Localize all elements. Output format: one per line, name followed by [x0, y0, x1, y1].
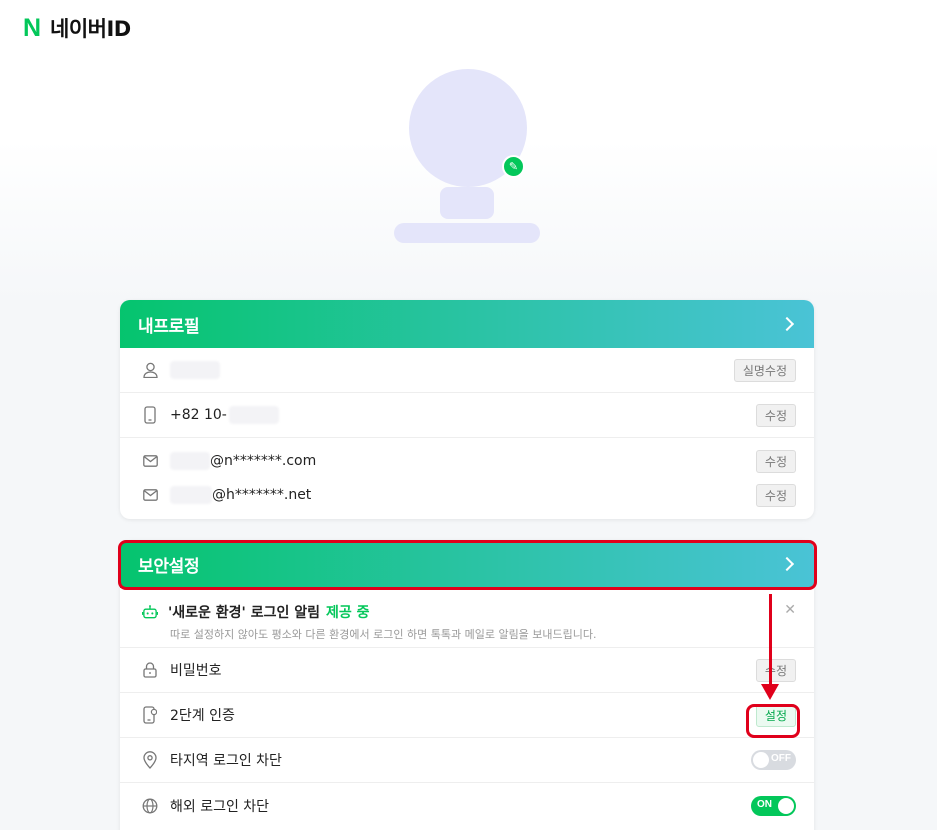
naver-id-logo[interactable]: N 네이버ID	[20, 13, 131, 43]
email-2-value: @h*******.net	[170, 486, 756, 504]
password-label: 비밀번호	[170, 663, 222, 679]
toggle-state: ON	[757, 798, 772, 810]
masked-phone	[228, 406, 279, 424]
security-card: 보안설정 '새로운 환경' 로그인 알림 제공 중 따로 설정하지 않아도 평소…	[120, 540, 814, 830]
region-block-label: 타지역 로그인 차단	[170, 753, 282, 769]
overseas-block-toggle[interactable]: ON	[751, 795, 796, 816]
user-icon	[142, 361, 158, 379]
close-icon[interactable]: ✕	[784, 602, 796, 618]
logo-text: 네이버ID	[50, 17, 131, 41]
annotation-arrow-shaft	[769, 594, 772, 686]
notice-description: 따로 설정하지 않아도 평소와 다른 환경에서 로그인 하면 톡톡과 메일로 알…	[170, 628, 597, 641]
edit-avatar-icon[interactable]: ✎	[502, 155, 525, 178]
security-card-header[interactable]: 보안설정	[120, 540, 814, 588]
region-block-toggle[interactable]: OFF	[751, 750, 796, 770]
edit-email-2-button[interactable]: 수정	[755, 483, 796, 507]
notice-status: 제공 중	[326, 605, 370, 621]
email-1-value: @n*******.com	[170, 452, 756, 470]
profile-name-placeholder	[440, 187, 494, 219]
globe-icon	[142, 797, 158, 815]
edit-phone-button[interactable]: 수정	[755, 403, 796, 427]
profile-card-title: 내프로필	[138, 316, 200, 337]
edit-email-1-button[interactable]: 수정	[755, 449, 796, 473]
naver-n-logo-icon: N	[22, 13, 42, 42]
profile-id-placeholder	[394, 223, 540, 243]
masked-email-local	[170, 486, 212, 504]
security-row-two-step: 2단계 인증 설정	[120, 693, 814, 738]
security-row-overseas-block: 해외 로그인 차단 ON	[120, 783, 814, 828]
profile-card-header[interactable]: 내프로필	[120, 300, 814, 348]
security-row-region-block: 타지역 로그인 차단 OFF	[120, 738, 814, 783]
profile-row-name: 실명수정	[120, 348, 814, 393]
toggle-knob	[778, 797, 794, 814]
overseas-block-label: 해외 로그인 차단	[170, 798, 270, 815]
new-environment-login-notice: '새로운 환경' 로그인 알림 제공 중 따로 설정하지 않아도 평소와 다른 …	[120, 588, 814, 648]
notice-title: '새로운 환경' 로그인 알림	[168, 605, 320, 621]
edit-password-button[interactable]: 수정	[755, 658, 796, 682]
profile-row-phone: +82 10- 수정	[120, 393, 814, 438]
phone-icon	[142, 406, 158, 424]
profile-row-email-1: @n*******.com 수정	[120, 442, 814, 480]
profile-card: 내프로필 실명수정 +82 10- 수정 @n*******.com 수정 @h…	[120, 300, 814, 519]
phone-value: +82 10-	[170, 406, 756, 424]
chevron-right-icon	[779, 556, 795, 572]
toggle-knob	[753, 752, 769, 768]
two-step-setup-button[interactable]: 설정	[755, 703, 796, 727]
mail-icon	[142, 486, 158, 504]
profile-name-value	[170, 361, 734, 379]
lock-icon	[142, 661, 158, 679]
security-row-password: 비밀번호 수정	[120, 648, 814, 693]
chevron-right-icon	[779, 316, 795, 332]
mail-icon	[142, 452, 158, 470]
location-pin-icon	[142, 751, 158, 769]
toggle-state: OFF	[771, 753, 791, 764]
edit-real-name-button[interactable]: 실명수정	[733, 358, 796, 382]
robot-alert-icon	[142, 603, 158, 621]
profile-row-email-2: @h*******.net 수정	[120, 480, 814, 510]
annotation-arrow-down-icon	[761, 684, 779, 700]
masked-email-local	[170, 452, 210, 470]
security-card-title: 보안설정	[138, 556, 200, 577]
masked-name	[170, 361, 220, 379]
two-step-label: 2단계 인증	[170, 708, 235, 724]
two-step-icon	[142, 706, 158, 724]
